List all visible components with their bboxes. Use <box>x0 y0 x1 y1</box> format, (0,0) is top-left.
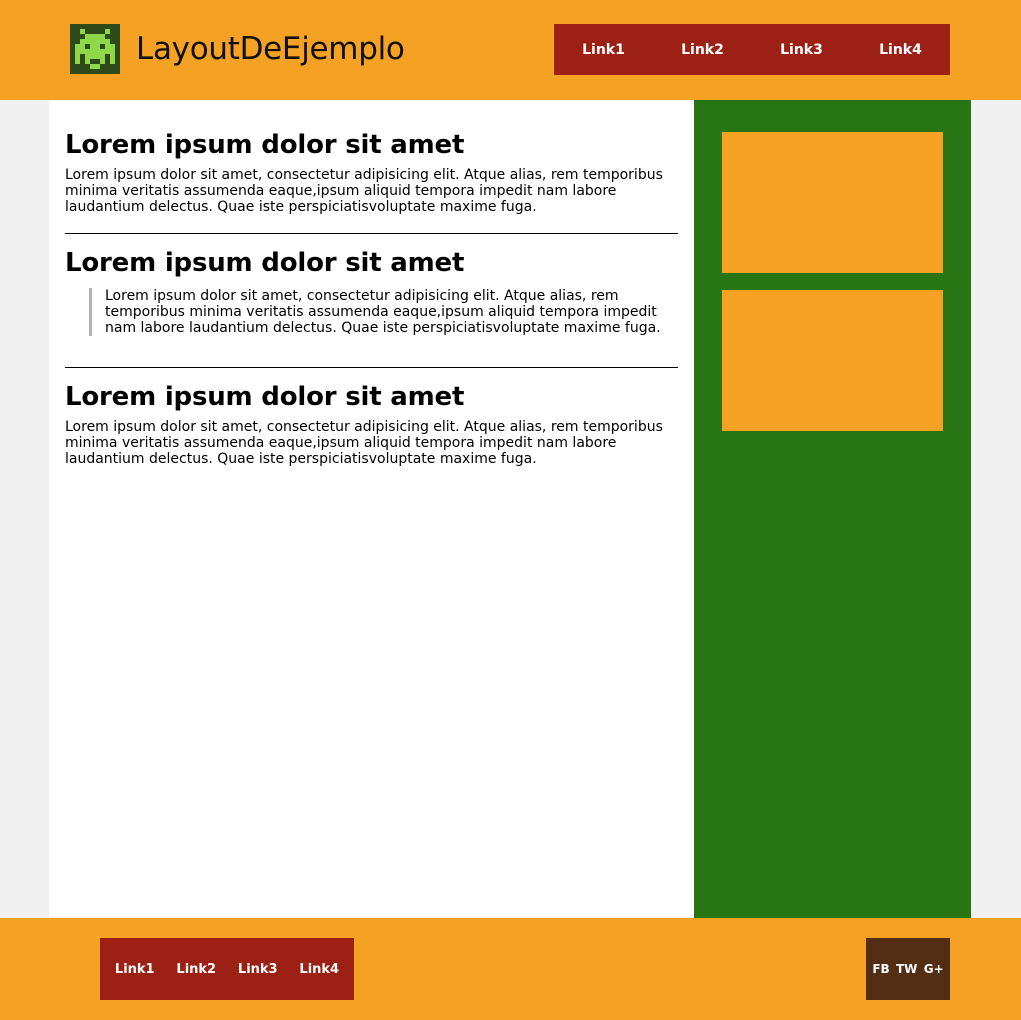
article-1: Lorem ipsum dolor sit amet Lorem ipsum d… <box>65 130 678 215</box>
facebook-link[interactable]: FB <box>872 962 889 976</box>
footer-nav-link-3[interactable]: Link3 <box>238 962 278 977</box>
article-title: Lorem ipsum dolor sit amet <box>65 382 465 412</box>
social-links: FB TW G+ <box>866 938 950 1000</box>
divider <box>65 367 678 368</box>
footer-nav-link-2[interactable]: Link2 <box>176 962 216 977</box>
article-2: Lorem ipsum dolor sit amet Lorem ipsum d… <box>65 248 678 336</box>
divider <box>65 233 678 234</box>
article-title: Lorem ipsum dolor sit amet <box>65 130 465 160</box>
top-nav-link-2[interactable]: Link2 <box>681 42 724 58</box>
article-3: Lorem ipsum dolor sit amet Lorem ipsum d… <box>65 382 678 467</box>
space-invader-icon[interactable] <box>70 24 120 74</box>
footer-nav: Link1 Link2 Link3 Link4 <box>100 938 354 1000</box>
top-nav-link-1[interactable]: Link1 <box>582 42 625 58</box>
site-footer: Link1 Link2 Link3 Link4 FB TW G+ <box>0 918 1021 1020</box>
sidebar <box>694 100 971 918</box>
site-title[interactable]: LayoutDeEjemplo <box>136 28 405 70</box>
top-nav: Link1 Link2 Link3 Link4 <box>554 24 950 75</box>
footer-nav-link-1[interactable]: Link1 <box>115 962 155 977</box>
main-content: Lorem ipsum dolor sit amet Lorem ipsum d… <box>49 100 694 918</box>
footer-nav-link-4[interactable]: Link4 <box>299 962 339 977</box>
twitter-link[interactable]: TW <box>896 962 917 976</box>
article-quote: Lorem ipsum dolor sit amet, consectetur … <box>89 288 678 336</box>
article-body: Lorem ipsum dolor sit amet, consectetur … <box>65 419 663 467</box>
article-title: Lorem ipsum dolor sit amet <box>65 248 465 278</box>
google-plus-link[interactable]: G+ <box>924 962 944 976</box>
top-nav-link-4[interactable]: Link4 <box>879 42 922 58</box>
sidebar-widget-1 <box>722 132 943 273</box>
top-nav-link-3[interactable]: Link3 <box>780 42 823 58</box>
site-header: LayoutDeEjemplo Link1 Link2 Link3 Link4 <box>0 0 1021 100</box>
sidebar-widget-2 <box>722 290 943 431</box>
article-body: Lorem ipsum dolor sit amet, consectetur … <box>65 167 663 215</box>
